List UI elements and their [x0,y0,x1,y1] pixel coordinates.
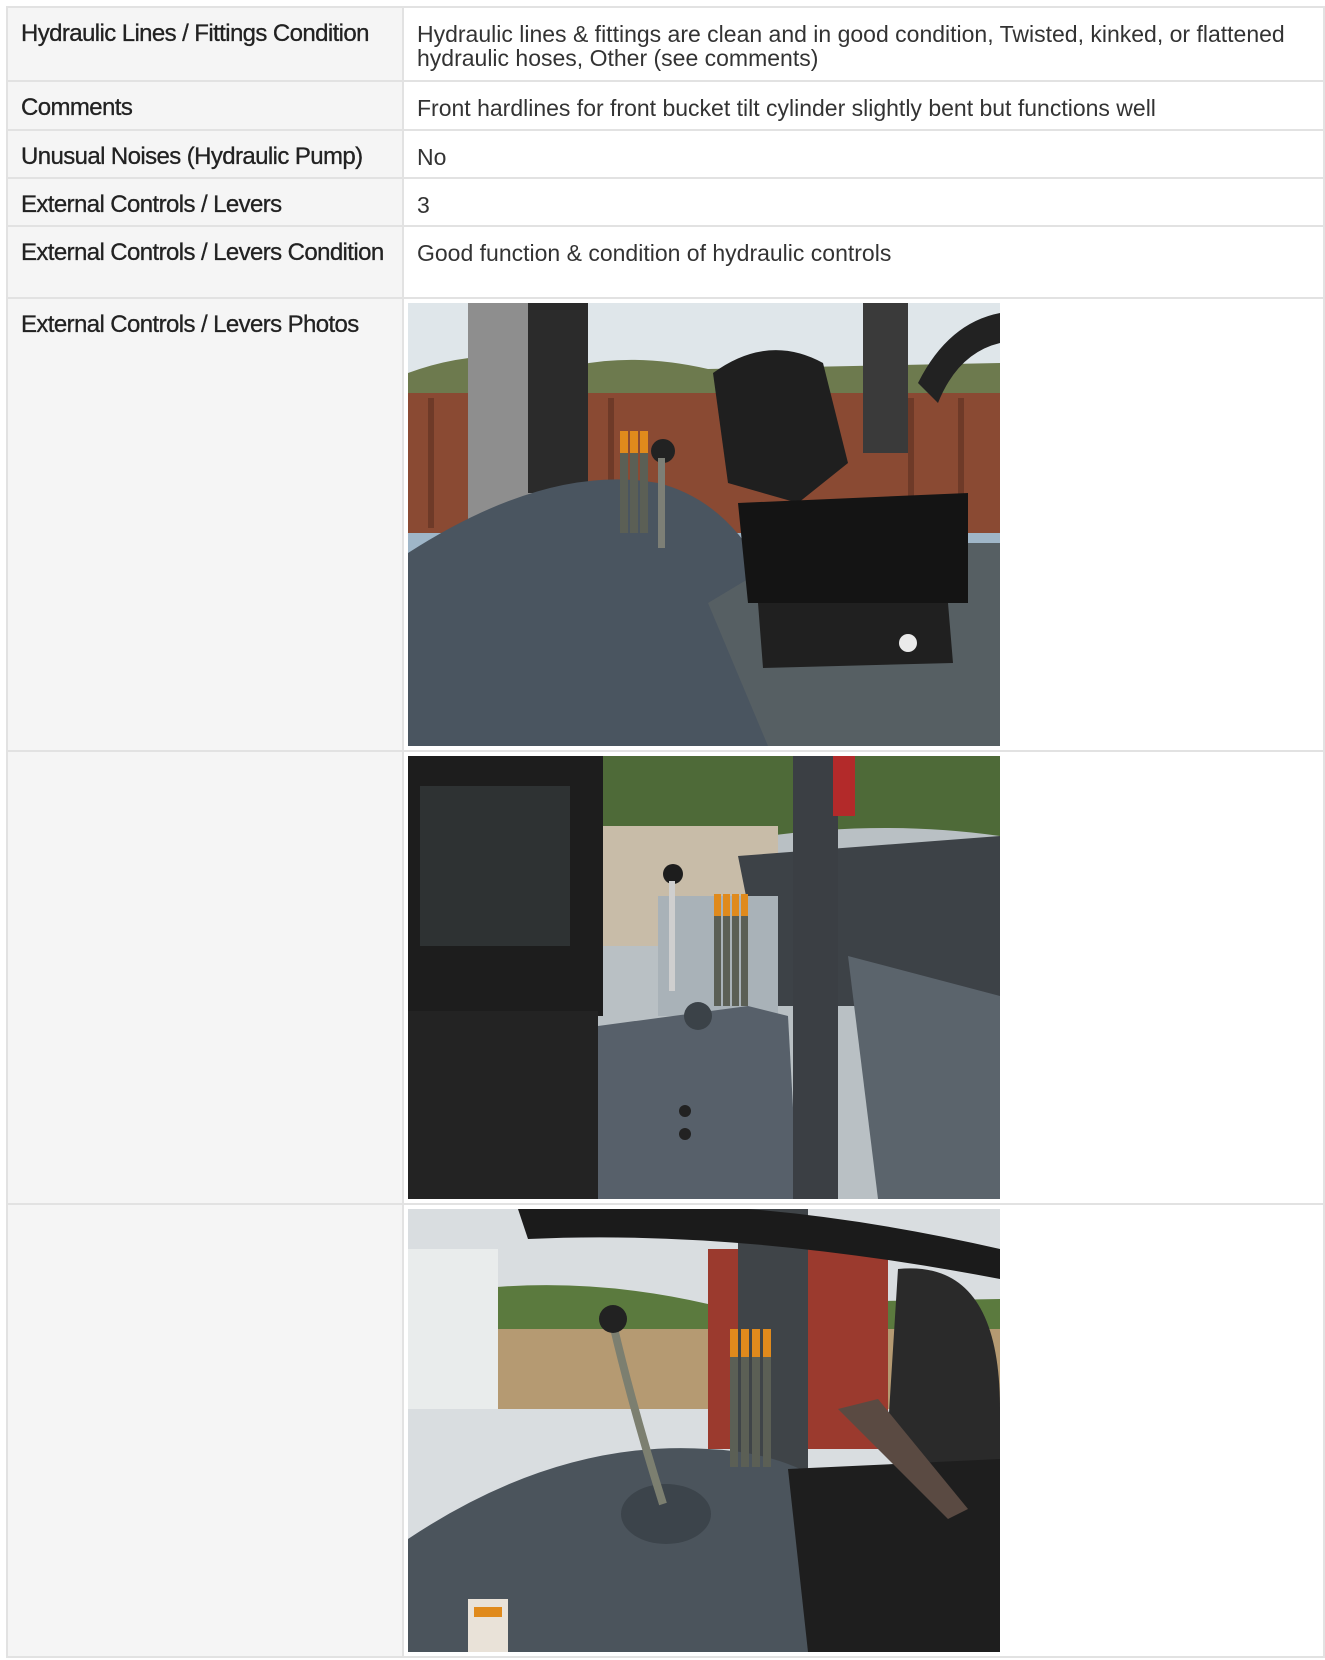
row-label: Hydraulic Lines / Fittings Condition [21,20,370,47]
row-value: Hydraulic lines & fittings are clean and… [417,21,1285,71]
row-label-cell: Comments [6,80,404,131]
table-row [6,750,1325,1205]
row-value-cell: 3 [402,177,1325,227]
row-value: No [417,144,447,170]
row-value-cell: No [402,129,1325,179]
row-label-cell [6,750,404,1205]
row-label: Comments [21,94,133,121]
table-row: Comments Front hardlines for front bucke… [6,80,1325,131]
row-value: Front hardlines for front bucket tilt cy… [417,95,1156,121]
row-value: 3 [417,192,430,218]
row-value-cell [402,1203,1325,1658]
row-label: External Controls / Levers Condition [21,239,384,266]
row-value-cell [402,297,1325,752]
levers-photo-3[interactable] [408,1209,1000,1652]
table-row: External Controls / Levers Condition Goo… [6,225,1325,299]
row-value-cell: Good function & condition of hydraulic c… [402,225,1325,299]
table-row: External Controls / Levers 3 [6,177,1325,227]
row-label: External Controls / Levers Photos [21,311,360,338]
row-value-cell: Front hardlines for front bucket tilt cy… [402,80,1325,131]
row-label-cell: Hydraulic Lines / Fittings Condition [6,6,404,82]
table-row: Hydraulic Lines / Fittings Condition Hyd… [6,6,1325,82]
inspection-table: Hydraulic Lines / Fittings Condition Hyd… [6,6,1325,1658]
row-label: External Controls / Levers [21,191,282,218]
row-label-cell: Unusual Noises (Hydraulic Pump) [6,129,404,179]
levers-photo-1[interactable] [408,303,1000,746]
table-row [6,1203,1325,1658]
levers-photo-2[interactable] [408,756,1000,1199]
row-value: Good function & condition of hydraulic c… [417,240,892,266]
table-row: External Controls / Levers Photos [6,297,1325,752]
row-value-cell: Hydraulic lines & fittings are clean and… [402,6,1325,82]
row-label-cell: External Controls / Levers Photos [6,297,404,752]
row-label-cell: External Controls / Levers Condition [6,225,404,299]
row-label-cell [6,1203,404,1658]
row-label-cell: External Controls / Levers [6,177,404,227]
row-label: Unusual Noises (Hydraulic Pump) [21,143,363,170]
row-value-cell [402,750,1325,1205]
table-row: Unusual Noises (Hydraulic Pump) No [6,129,1325,179]
